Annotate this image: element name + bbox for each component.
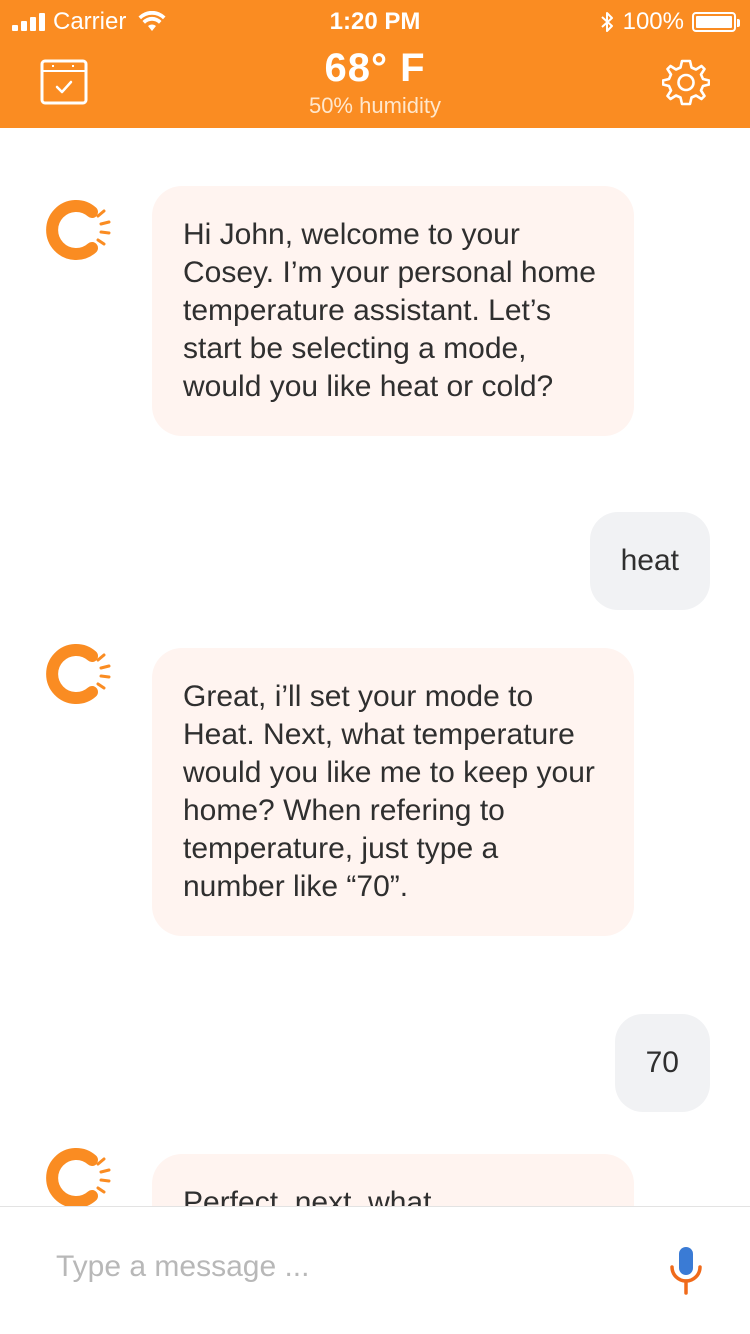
- battery-icon: [692, 12, 740, 32]
- chat-thread[interactable]: Hi John, welcome to your Cosey. I’m your…: [0, 128, 750, 1206]
- battery-percent: 100%: [622, 8, 684, 35]
- cosey-logo-icon: [46, 644, 111, 704]
- status-bar: Carrier 1:20 PM 100%: [0, 0, 750, 44]
- bot-message: Hi John, welcome to your Cosey. I’m your…: [152, 186, 634, 436]
- current-temperature: 68° F: [324, 46, 426, 90]
- message-input[interactable]: [40, 1237, 620, 1297]
- message-composer: [0, 1206, 750, 1334]
- gear-icon[interactable]: [662, 58, 710, 106]
- cosey-logo-icon: [46, 200, 111, 260]
- bluetooth-icon: [600, 12, 613, 32]
- app-header: Carrier 1:20 PM 100% 68° F 50% humidity: [0, 0, 750, 128]
- humidity-label: 50% humidity: [308, 93, 442, 118]
- bot-message: Perfect, next, what: [152, 1154, 634, 1206]
- status-right: 100%: [599, 8, 740, 36]
- bot-message: Great, i’ll set your mode to Heat. Next,…: [152, 648, 634, 936]
- microphone-icon[interactable]: [668, 1245, 704, 1297]
- cosey-logo-icon: [46, 1148, 111, 1206]
- user-message: heat: [589, 512, 710, 610]
- user-message: 70: [614, 1014, 710, 1112]
